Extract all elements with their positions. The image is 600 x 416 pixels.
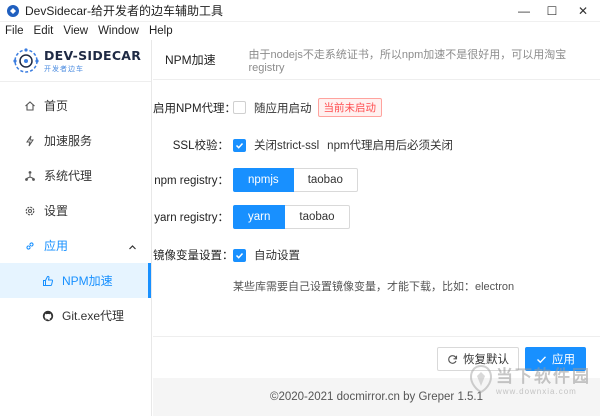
menu-help[interactable]: Help — [144, 25, 178, 37]
ssl-note: npm代理启用后必须关闭 — [327, 140, 454, 152]
npm-registry-option-taobao[interactable]: taobao — [293, 168, 358, 192]
sidebar-item-label: 设置 — [44, 204, 69, 218]
sidebar-item-home[interactable]: 首页 — [0, 88, 151, 123]
copyright-text: ©2020-2021 docmirror.cn by Greper 1.5.1 — [269, 391, 484, 403]
menu-bar: File Edit View Window Help — [0, 22, 600, 39]
lightning-icon — [24, 135, 36, 147]
sidebar-item-npm[interactable]: NPM加速 — [0, 263, 151, 298]
strict-ssl-text: 关闭strict-ssl — [254, 140, 320, 152]
network-icon — [24, 170, 36, 182]
sidebar-item-acceleration[interactable]: 加速服务 — [0, 123, 151, 158]
yarn-registry-selector: yarn taobao — [233, 205, 350, 229]
npm-proxy-autostart-checkbox[interactable] — [233, 101, 246, 114]
ssl-label: SSL校验： — [172, 140, 229, 152]
github-icon — [42, 310, 54, 322]
yarn-registry-label: yarn registry： — [154, 212, 229, 224]
maximize-button[interactable]: ☐ — [538, 0, 566, 22]
page-header: NPM加速 由于nodejs不走系统证书，所以npm加速不是很好用，可以用淘宝r… — [153, 40, 600, 80]
logo-name: DEV-SIDECAR — [44, 47, 142, 63]
sidebar-item-settings[interactable]: 设置 — [0, 193, 151, 228]
sidebar-item-system-proxy[interactable]: 系统代理 — [0, 158, 151, 193]
sidebar-item-label: 首页 — [44, 99, 69, 113]
menu-window[interactable]: Window — [93, 25, 144, 37]
app-logo-icon — [6, 4, 20, 18]
watermark: 当下软件园 www.downxia.com — [468, 362, 591, 396]
sidebar-item-git[interactable]: Git.exe代理 — [0, 298, 151, 333]
npm-proxy-label: 启用NPM代理： — [153, 102, 237, 115]
home-icon — [24, 100, 36, 112]
logo-subtitle: 开发者边车 — [44, 65, 84, 73]
check-icon — [235, 142, 244, 149]
npm-registry-label: npm registry： — [154, 175, 229, 187]
status-badge: 当前未启动 — [317, 98, 382, 117]
auto-mirror-text: 自动设置 — [254, 250, 300, 262]
npm-proxy-row: 启用NPM代理： 随应用启动 当前未启动 — [153, 98, 382, 117]
npm-registry-row: npm registry： npmjs taobao — [153, 168, 358, 192]
auto-mirror-checkbox[interactable] — [233, 248, 246, 262]
page-description: 由于nodejs不走系统证书，所以npm加速不是很好用，可以用淘宝registr… — [248, 48, 567, 74]
sidebar-item-label: 系统代理 — [44, 169, 93, 183]
chevron-up-icon — [128, 241, 137, 255]
sidebar-item-label: 加速服务 — [44, 134, 93, 148]
mirror-hint: 某些库需要自己设置镜像变量，才能下载，比如：electron — [233, 281, 515, 293]
title-bar: DevSidecar-给开发者的边车辅助工具 — ☐ ✕ — [0, 0, 600, 22]
minimize-button[interactable]: — — [510, 0, 538, 22]
main-panel: NPM加速 由于nodejs不走系统证书，所以npm加速不是很好用，可以用淘宝r… — [153, 40, 600, 416]
mirror-env-label: 镜像变量设置： — [153, 250, 234, 262]
refresh-icon — [447, 354, 458, 365]
sidebar-item-apps[interactable]: 应用 — [0, 228, 151, 263]
sidebar-item-label: 应用 — [44, 239, 69, 253]
link-icon — [24, 240, 36, 252]
yarn-registry-row: yarn registry： yarn taobao — [153, 205, 350, 229]
check-icon — [235, 252, 244, 259]
yarn-registry-option-taobao[interactable]: taobao — [285, 205, 350, 229]
gear-icon — [24, 205, 36, 217]
mirror-env-row: 镜像变量设置： 自动设置 — [153, 247, 300, 263]
ssl-row: SSL校验： 关闭strict-ssl npm代理启用后必须关闭 — [153, 137, 453, 153]
logo: DEV-SIDECAR 开发者边车 — [0, 40, 151, 82]
npm-registry-selector: npmjs taobao — [233, 168, 358, 192]
menu-file[interactable]: File — [0, 25, 29, 37]
sidecar-logo-icon — [13, 47, 39, 73]
watermark-url: www.downxia.com — [496, 387, 577, 396]
strict-ssl-checkbox[interactable] — [233, 138, 246, 152]
npm-proxy-autostart-text: 随应用启动 — [254, 102, 312, 115]
thumbs-up-icon — [42, 275, 54, 287]
menu-edit[interactable]: Edit — [29, 25, 59, 37]
watermark-text: 当下软件园 — [496, 367, 591, 386]
npm-registry-option-npmjs[interactable]: npmjs — [233, 168, 294, 192]
sidebar-item-label: NPM加速 — [62, 274, 113, 288]
close-button[interactable]: ✕ — [566, 0, 600, 22]
window-title: DevSidecar-给开发者的边车辅助工具 — [25, 4, 224, 18]
menu-view[interactable]: View — [58, 25, 93, 37]
watermark-logo-icon — [469, 364, 493, 394]
sidebar-item-label: Git.exe代理 — [62, 309, 125, 323]
page-title: NPM加速 — [165, 53, 216, 67]
sidebar-nav: 首页 加速服务 系统代理 设置 应用 NPM加速 Git.exe代理 — [0, 82, 151, 333]
sidebar: DEV-SIDECAR 开发者边车 首页 加速服务 系统代理 设置 应用 NPM… — [0, 40, 152, 416]
yarn-registry-option-yarn[interactable]: yarn — [233, 205, 286, 229]
